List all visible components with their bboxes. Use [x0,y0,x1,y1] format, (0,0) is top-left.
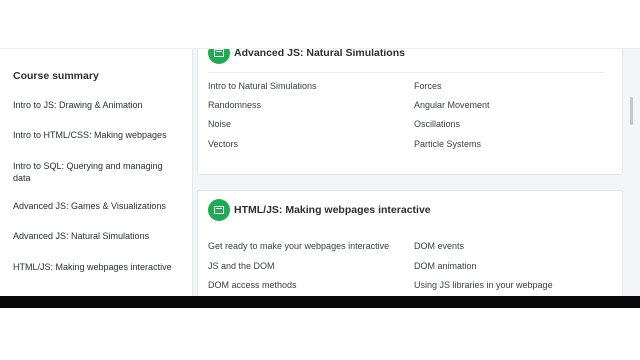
course-card-html-js-interactive: HTML/JS: Making webpages interactive Get… [197,190,623,297]
card-divider [208,72,604,73]
bottom-blank-area [0,308,640,360]
lesson-link[interactable]: Noise [208,119,231,129]
scrollbar[interactable] [630,49,634,297]
lesson-link[interactable]: Oscillations [414,119,460,129]
lesson-link[interactable]: DOM access methods [208,280,297,290]
course-icon [208,49,230,64]
course-card-title[interactable]: Advanced JS: Natural Simulations [234,49,405,59]
lesson-link[interactable]: Particle Systems [414,139,481,149]
sidebar-item-intro-js[interactable]: Intro to JS: Drawing & Animation [13,99,181,111]
course-summary-sidebar: Course summary Intro to JS: Drawing & An… [0,49,193,297]
top-blank-area [0,0,640,48]
sidebar-item-advanced-js-simulations[interactable]: Advanced JS: Natural Simulations [13,230,181,242]
scrollbar-thumb[interactable] [630,97,633,125]
lesson-link[interactable]: Get ready to make your webpages interact… [208,241,389,251]
lesson-link[interactable]: JS and the DOM [208,261,275,271]
lesson-link[interactable]: Vectors [208,139,238,149]
sidebar-title: Course summary [13,70,99,82]
lesson-link[interactable]: Intro to Natural Simulations [208,81,317,91]
lesson-link[interactable]: DOM events [414,241,464,251]
sidebar-item-advanced-js-games[interactable]: Advanced JS: Games & Visualizations [13,200,181,212]
course-icon [208,199,230,221]
lesson-link[interactable]: Angular Movement [414,100,490,110]
sidebar-item-html-js-interactive[interactable]: HTML/JS: Making webpages interactive [13,261,181,273]
sidebar-item-intro-sql[interactable]: Intro to SQL: Querying and managing data [13,160,181,184]
lesson-link[interactable]: DOM animation [414,261,477,271]
bottom-black-bar [0,296,640,308]
lesson-link[interactable]: Randomness [208,100,261,110]
sidebar-item-intro-html-css[interactable]: Intro to HTML/CSS: Making webpages [13,129,181,141]
screen: Course summary Intro to JS: Drawing & An… [0,0,640,360]
course-page: Course summary Intro to JS: Drawing & An… [0,48,640,297]
lesson-link[interactable]: Using JS libraries in your webpage [414,280,553,290]
lesson-link[interactable]: Forces [414,81,442,91]
course-card-natural-simulations: Advanced JS: Natural Simulations Intro t… [197,49,623,175]
course-card-title[interactable]: HTML/JS: Making webpages interactive [234,204,431,216]
